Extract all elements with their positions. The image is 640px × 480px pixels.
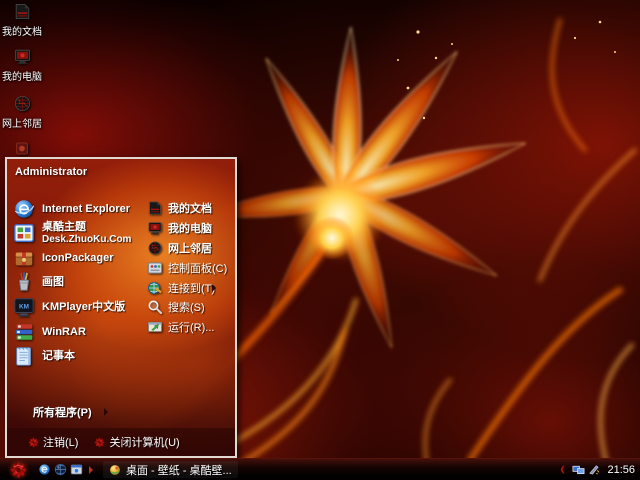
- network-connection-icon: [573, 465, 585, 475]
- start-menu-item-label: WinRAR: [42, 325, 86, 338]
- log-off-label: 注销(L): [43, 437, 79, 449]
- start-menu-item-network-places[interactable]: 网上邻居: [147, 238, 231, 258]
- my-documents-icon: [15, 3, 29, 20]
- desktop-screen: 我的文档 我的电脑 网上邻居 Administrator Internet Ex…: [0, 0, 640, 480]
- paint-icon: [18, 272, 30, 291]
- start-menu-item-control-panel[interactable]: 控制面板(C): [147, 258, 231, 278]
- start-menu-user-name: Administrator: [15, 166, 88, 178]
- start-menu-item-label: 我的电脑: [168, 223, 212, 235]
- red-flower-start-icon: [10, 461, 27, 478]
- desktop-icon-my-documents[interactable]: 我的文档: [0, 2, 44, 38]
- system-tray: 21:56: [557, 463, 640, 476]
- start-menu-item-kmplayer[interactable]: KM KMPlayer中文版: [13, 295, 141, 319]
- start-menu-item-internet-explorer[interactable]: Internet Explorer: [13, 197, 141, 221]
- desktop-icon-network-places[interactable]: 网上邻居: [0, 94, 44, 130]
- start-menu-item-search[interactable]: 搜索(S): [147, 297, 231, 317]
- start-menu-item-label: 画图: [42, 275, 64, 288]
- svg-text:KM: KM: [19, 303, 29, 310]
- start-menu: Administrator Internet Explorer 桌酷主题 Desk…: [5, 157, 237, 458]
- tray-utility[interactable]: [587, 463, 600, 476]
- network-places-icon: [14, 95, 30, 112]
- start-menu-item-sublabel: Desk.ZhuoKu.Com: [42, 233, 132, 245]
- task-button-label: 桌面 - 壁纸 - 桌酷壁...: [126, 464, 232, 477]
- start-menu-footer: 注销(L) 关闭计算机(U): [7, 428, 235, 456]
- start-menu-item-label: 桌酷主题 Desk.ZhuoKu.Com: [42, 221, 132, 245]
- network-places-icon: [148, 241, 162, 255]
- taskbar-clock[interactable]: 21:56: [607, 464, 635, 476]
- start-menu-item-notepad[interactable]: 记事本: [13, 344, 141, 368]
- shut-down-button[interactable]: 关闭计算机(U): [94, 434, 180, 450]
- all-programs-arrow-icon: [103, 408, 108, 416]
- start-menu-item-label: 记事本: [42, 349, 75, 362]
- desktop-icon-label: 网上邻居: [2, 119, 42, 130]
- wallpaper-app-icon: [110, 464, 120, 475]
- start-menu-item-label: 控制面板(C): [168, 263, 228, 275]
- quick-launch-browser-globe[interactable]: [54, 463, 67, 476]
- partial-hidden-icon: [15, 142, 29, 155]
- start-menu-item-label: Internet Explorer: [42, 202, 131, 215]
- kmplayer-icon: KM: [14, 298, 34, 317]
- quick-launch-expand-arrow-icon[interactable]: [89, 465, 93, 474]
- start-menu-item-my-documents[interactable]: 我的文档: [147, 198, 231, 218]
- log-off-flower-icon: [28, 436, 39, 448]
- desktop-icon-my-computer[interactable]: 我的电脑: [0, 47, 44, 83]
- shut-down-flower-icon: [94, 436, 106, 448]
- iconpackager-icon: [15, 252, 33, 266]
- connect-to-icon: [148, 282, 162, 294]
- tray-collapse-chevron-icon[interactable]: [557, 464, 566, 475]
- web-window-icon: [70, 464, 83, 475]
- quick-launch-web-window[interactable]: [70, 463, 83, 476]
- search-icon: [148, 300, 162, 314]
- start-menu-item-label: 我的文档: [168, 203, 212, 215]
- taskbar-task-button[interactable]: 桌面 - 壁纸 - 桌酷壁...: [103, 461, 238, 478]
- tray-network-connection[interactable]: [572, 463, 585, 476]
- desktop-icon-partial[interactable]: [0, 141, 44, 156]
- start-menu-item-connect-to[interactable]: 连接到(T): [147, 278, 231, 298]
- notepad-icon: [16, 347, 31, 366]
- all-programs-button[interactable]: 所有程序(P): [33, 404, 108, 420]
- quick-launch-internet-explorer[interactable]: [38, 463, 51, 476]
- start-menu-item-label: KMPlayer中文版: [42, 300, 126, 313]
- taskbar: 桌面 - 壁纸 - 桌酷壁... 21:56: [0, 458, 640, 480]
- tray-utility-icon: [589, 465, 600, 475]
- my-computer-icon: [14, 49, 30, 65]
- my-computer-icon: [148, 222, 162, 235]
- run-icon: [148, 322, 162, 332]
- start-menu-item-label: 搜索(S): [168, 302, 205, 314]
- start-menu-item-label: 网上邻居: [168, 243, 212, 255]
- globe-icon: [54, 463, 67, 476]
- start-menu-item-winrar[interactable]: WinRAR: [13, 320, 141, 344]
- quick-launch-bar: [38, 463, 97, 476]
- start-menu-item-run[interactable]: 运行(R)...: [147, 317, 231, 337]
- start-menu-item-label: 连接到(T): [168, 283, 216, 295]
- start-menu-item-label: 运行(R)...: [168, 322, 215, 334]
- start-menu-item-paint[interactable]: 画图: [13, 270, 141, 294]
- start-menu-item-label: IconPackager: [42, 251, 114, 264]
- start-menu-item-zhuoku-theme[interactable]: 桌酷主题 Desk.ZhuoKu.Com: [13, 221, 141, 245]
- zhuoku-theme-icon: [14, 224, 34, 242]
- shut-down-label: 关闭计算机(U): [109, 437, 180, 449]
- internet-explorer-icon: [39, 464, 50, 475]
- control-panel-icon: [148, 262, 162, 274]
- desktop-icon-label: 我的文档: [2, 27, 42, 38]
- start-menu-item-iconpackager[interactable]: IconPackager: [13, 246, 141, 270]
- log-off-button[interactable]: 注销(L): [28, 434, 78, 450]
- desktop-icon-label: 我的电脑: [2, 72, 42, 83]
- my-documents-icon: [149, 201, 161, 215]
- all-programs-label: 所有程序(P): [33, 407, 92, 419]
- internet-explorer-icon: [14, 200, 35, 218]
- winrar-icon: [15, 324, 33, 340]
- start-button[interactable]: [9, 461, 28, 479]
- start-menu-item-my-computer[interactable]: 我的电脑: [147, 218, 231, 238]
- connect-to-submenu-arrow-icon: [212, 284, 216, 292]
